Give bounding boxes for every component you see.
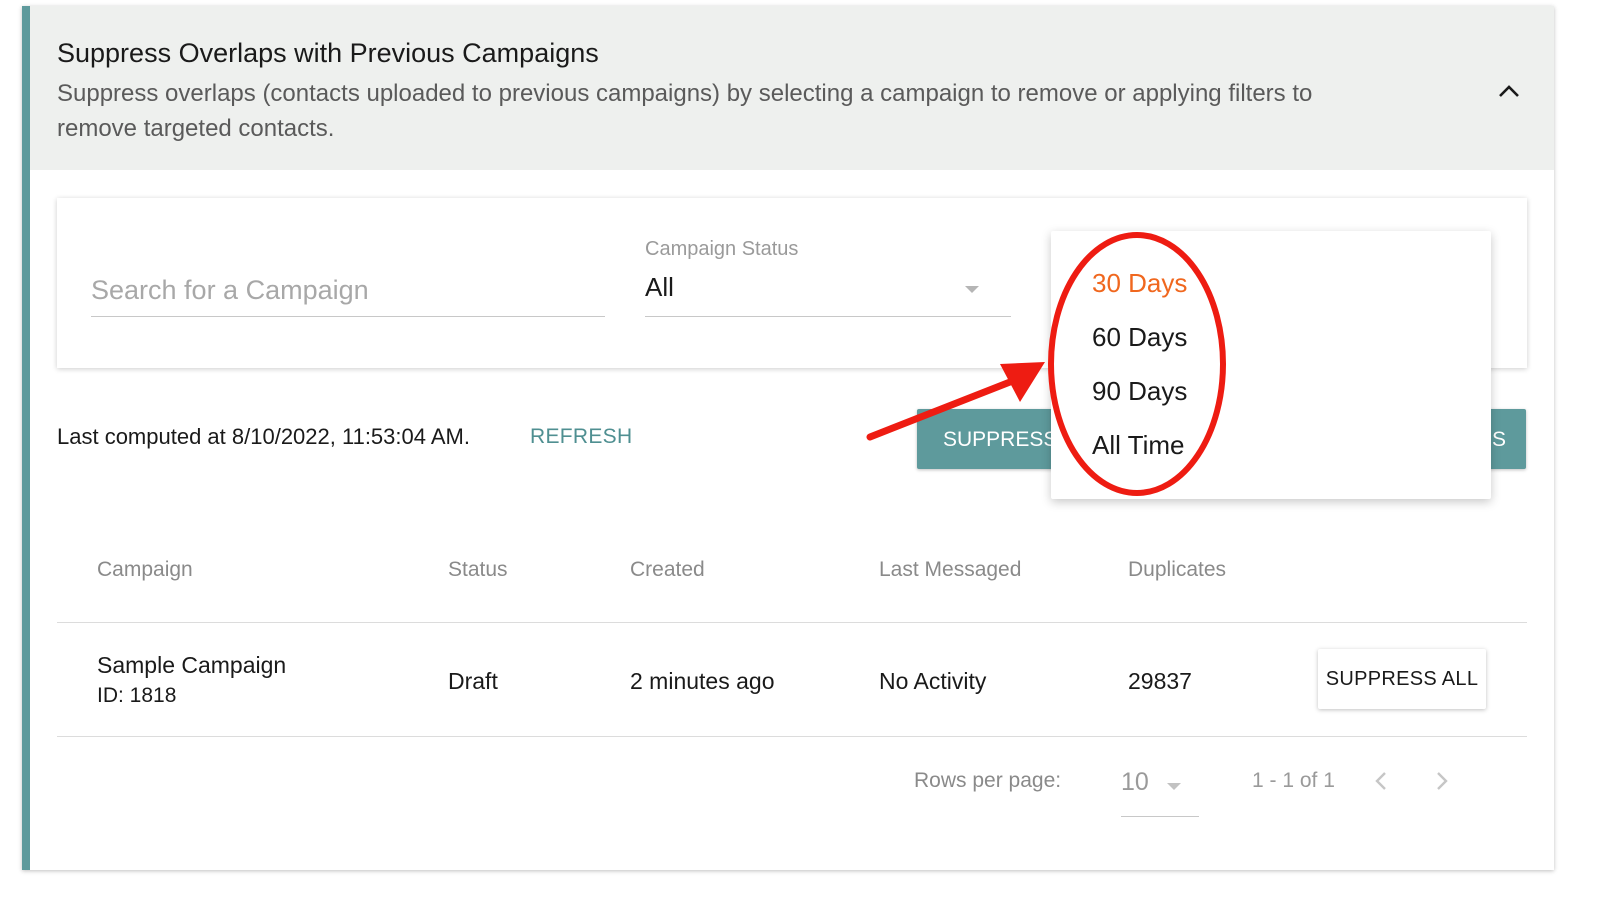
campaign-created: 2 minutes ago (630, 668, 775, 694)
suppress-button-label-end: S (1491, 428, 1506, 451)
column-last-messaged[interactable]: Last Messaged (879, 558, 1021, 582)
chevron-left-icon (1375, 772, 1386, 790)
time-range-dropdown-menu: 30 Days 60 Days 90 Days All Time (1051, 231, 1491, 499)
refresh-button[interactable]: REFRESH (530, 425, 632, 449)
campaign-search-input[interactable] (91, 270, 605, 310)
option-90-days[interactable]: 90 Days (1092, 376, 1187, 407)
suppress-button-label: SUPPRESS (943, 428, 1058, 451)
campaign-id: ID: 1818 (97, 684, 177, 707)
campaign-status-select[interactable]: Campaign Status All (645, 236, 1011, 317)
column-duplicates[interactable]: Duplicates (1128, 558, 1226, 582)
caret-down-icon (1167, 783, 1181, 790)
last-computed-text: Last computed at 8/10/2022, 11:53:04 AM. (57, 424, 470, 449)
column-created[interactable]: Created (630, 558, 705, 582)
table-row: Sample Campaign ID: 1818 Draft 2 minutes… (57, 622, 1527, 737)
campaign-status-label: Campaign Status (645, 238, 799, 260)
caret-down-icon (965, 286, 979, 293)
column-status[interactable]: Status (448, 558, 508, 582)
table-header: Campaign Status Created Last Messaged Du… (57, 554, 1527, 623)
column-campaign[interactable]: Campaign (97, 558, 193, 582)
pagination-range: 1 - 1 of 1 (1252, 769, 1335, 792)
chevron-up-icon (1499, 85, 1519, 97)
campaign-status-value: All (645, 272, 674, 302)
campaign-last-messaged: No Activity (879, 668, 987, 694)
chevron-right-icon (1437, 772, 1448, 790)
next-page-button[interactable] (1427, 766, 1457, 796)
option-60-days[interactable]: 60 Days (1092, 322, 1187, 353)
campaign-duplicates: 29837 (1128, 668, 1192, 694)
collapse-button[interactable] (1492, 74, 1526, 108)
previous-page-button[interactable] (1366, 766, 1396, 796)
option-30-days[interactable]: 30 Days (1092, 268, 1187, 299)
panel-title: Suppress Overlaps with Previous Campaign… (57, 38, 599, 68)
panel-description: Suppress overlaps (contacts uploaded to … (57, 80, 1313, 142)
campaign-status: Draft (448, 668, 498, 694)
rows-per-page-value: 10 (1121, 768, 1149, 796)
campaign-search-field[interactable] (91, 270, 605, 317)
panel-header[interactable]: Suppress Overlaps with Previous Campaign… (30, 6, 1554, 170)
rows-per-page-select[interactable]: 10 (1121, 758, 1199, 817)
campaign-name: Sample Campaign (97, 652, 287, 678)
option-all-time[interactable]: All Time (1092, 430, 1184, 461)
suppress-all-button[interactable]: SUPPRESS ALL (1318, 649, 1486, 709)
rows-per-page-label: Rows per page: (914, 769, 1062, 792)
